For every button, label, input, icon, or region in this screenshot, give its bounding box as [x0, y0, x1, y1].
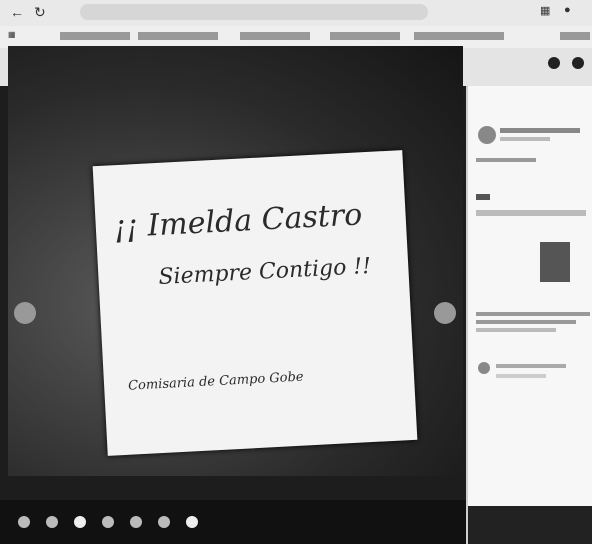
reload-icon[interactable]: ↻	[34, 4, 46, 21]
reaction-icon[interactable]	[158, 516, 170, 528]
notifications-icon[interactable]	[572, 57, 584, 69]
sign-line-1: ¡¡ Imelda Castro	[112, 197, 364, 246]
post-actions[interactable]	[476, 210, 586, 216]
reaction-icon[interactable]	[186, 516, 198, 528]
bookmarks-bar: ▦	[0, 26, 592, 48]
browser-address-bar: ← ↻ ▦ ●	[0, 0, 592, 26]
handwritten-sign: ¡¡ Imelda Castro Siempre Contigo !! Comi…	[92, 150, 418, 456]
sign-line-3: Comisaria de Campo Gobe	[127, 369, 304, 394]
comment-text	[476, 328, 556, 332]
comment-text	[476, 320, 576, 324]
comment-input[interactable]	[496, 364, 566, 368]
avatar[interactable]	[478, 362, 490, 374]
profile-icon[interactable]: ●	[564, 4, 571, 16]
reaction-count[interactable]	[476, 194, 490, 200]
sign-line-2: Siempre Contigo !!	[157, 253, 372, 290]
comment-icon[interactable]	[46, 516, 58, 528]
reaction-icon[interactable]	[130, 516, 142, 528]
author-name[interactable]	[500, 128, 580, 133]
like-icon[interactable]	[18, 516, 30, 528]
post-caption	[476, 158, 536, 162]
messenger-icon[interactable]	[548, 57, 560, 69]
bookmark-item[interactable]	[240, 32, 310, 40]
comment-text	[476, 312, 590, 316]
bookmark-item[interactable]	[60, 32, 130, 40]
extension-icon[interactable]: ▦	[540, 4, 550, 17]
post-side-panel	[468, 86, 592, 544]
apps-icon[interactable]: ▦	[8, 30, 16, 39]
next-arrow-icon[interactable]	[434, 302, 456, 324]
reaction-icon[interactable]	[102, 516, 114, 528]
url-field[interactable]	[80, 4, 428, 20]
bookmark-item[interactable]	[138, 32, 218, 40]
avatar[interactable]	[478, 126, 496, 144]
share-icon[interactable]	[74, 516, 86, 528]
bookmark-item[interactable]	[414, 32, 504, 40]
chat-bar[interactable]	[468, 506, 592, 544]
comment-hint	[496, 374, 546, 378]
shared-document-icon[interactable]	[540, 242, 570, 282]
prev-arrow-icon[interactable]	[14, 302, 36, 324]
post-timestamp	[500, 137, 550, 141]
back-icon[interactable]: ←	[10, 4, 24, 20]
viewer-toolbar	[0, 500, 466, 544]
bookmark-item[interactable]	[560, 32, 590, 40]
bookmark-item[interactable]	[330, 32, 400, 40]
